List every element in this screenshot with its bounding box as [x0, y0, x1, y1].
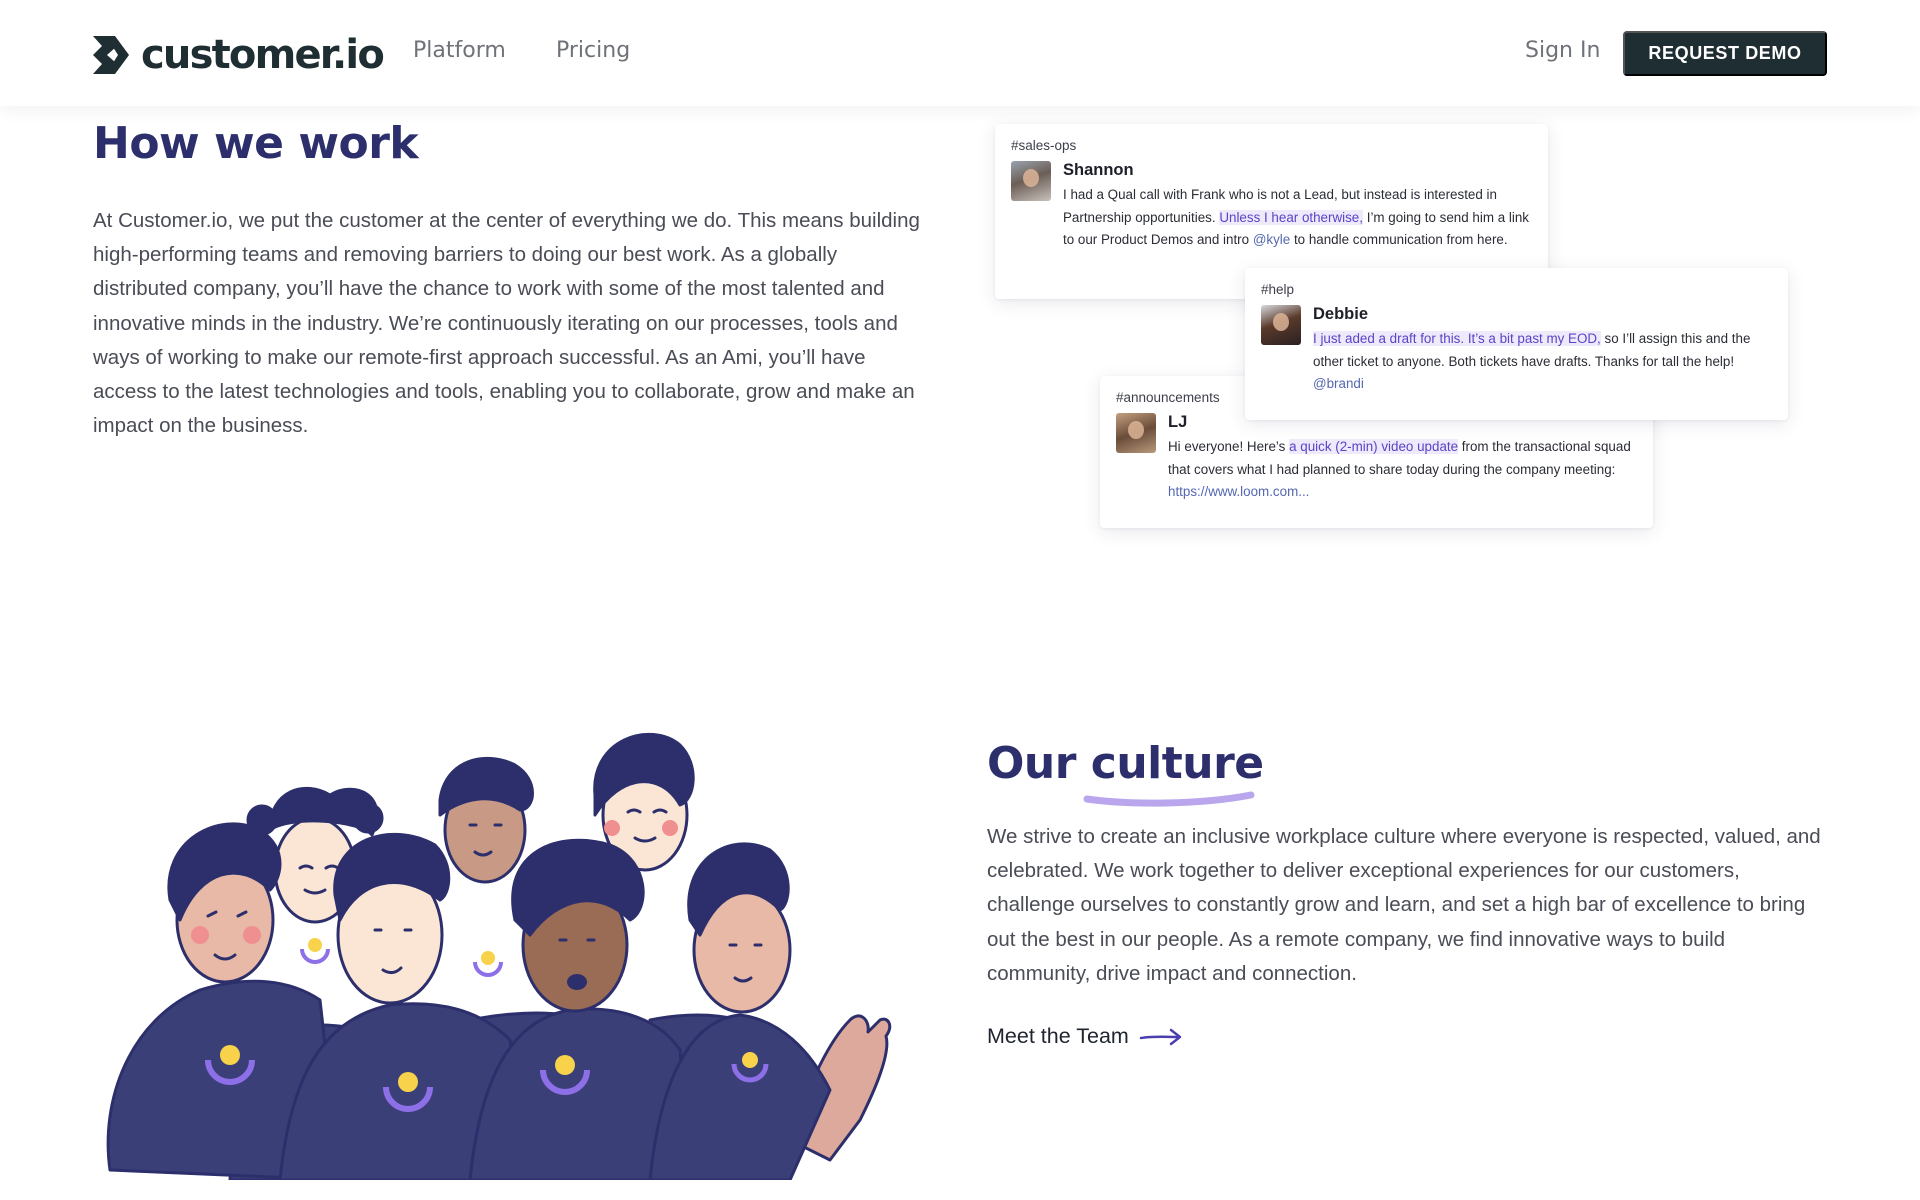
user-mention: @brandi	[1313, 376, 1364, 392]
highlighted-text: Unless I hear otherwise,	[1219, 209, 1363, 225]
channel-name: #help	[1261, 282, 1295, 297]
our-culture-heading: Our culture	[987, 738, 1264, 807]
loom-link: https://www.loom.com...	[1168, 484, 1310, 500]
how-we-work-heading: How we work	[93, 118, 419, 169]
nav-pricing[interactable]: Pricing	[556, 38, 630, 63]
logo-text: customer.io	[141, 32, 385, 78]
team-illustration	[106, 732, 892, 1180]
message-author: Debbie	[1313, 305, 1369, 323]
message-text: I had a Qual call with Frank who is not …	[1063, 187, 1529, 248]
underline-decoration	[1083, 791, 1255, 807]
avatar	[1116, 413, 1156, 453]
site-header: customer.io Platform Pricing Sign In REQ…	[0, 0, 1920, 106]
arrow-right-icon	[1139, 1028, 1182, 1045]
avatar	[1011, 161, 1051, 201]
meet-the-team-label: Meet the Team	[987, 1024, 1129, 1048]
avatar	[1261, 305, 1301, 345]
meet-the-team-link[interactable]: Meet the Team	[987, 1024, 1183, 1049]
logo[interactable]: customer.io	[93, 32, 385, 78]
sign-in-link[interactable]: Sign In	[1525, 38, 1600, 63]
chat-card-help: #help Debbie I just aded a draft for thi…	[1245, 268, 1788, 420]
message-author: Shannon	[1063, 161, 1134, 179]
how-we-work-text: At Customer.io, we put the customer at t…	[93, 209, 920, 438]
our-culture-text: We strive to create an inclusive workpla…	[987, 825, 1821, 985]
nav-platform[interactable]: Platform	[413, 38, 506, 63]
request-demo-button[interactable]: REQUEST DEMO	[1623, 31, 1827, 76]
customerio-logo-icon	[93, 36, 129, 74]
user-mention: @kyle	[1252, 232, 1291, 248]
message-text: Hi everyone! Here’s a quick (2-min) vide…	[1168, 439, 1631, 500]
channel-name: #sales-ops	[1011, 138, 1077, 153]
highlighted-text: a quick (2-min) video update	[1289, 439, 1459, 454]
message-text: I just aded a draft for this. It’s a bit…	[1313, 331, 1751, 392]
highlighted-text: I just aded a draft for this. It’s a bit…	[1313, 331, 1601, 346]
